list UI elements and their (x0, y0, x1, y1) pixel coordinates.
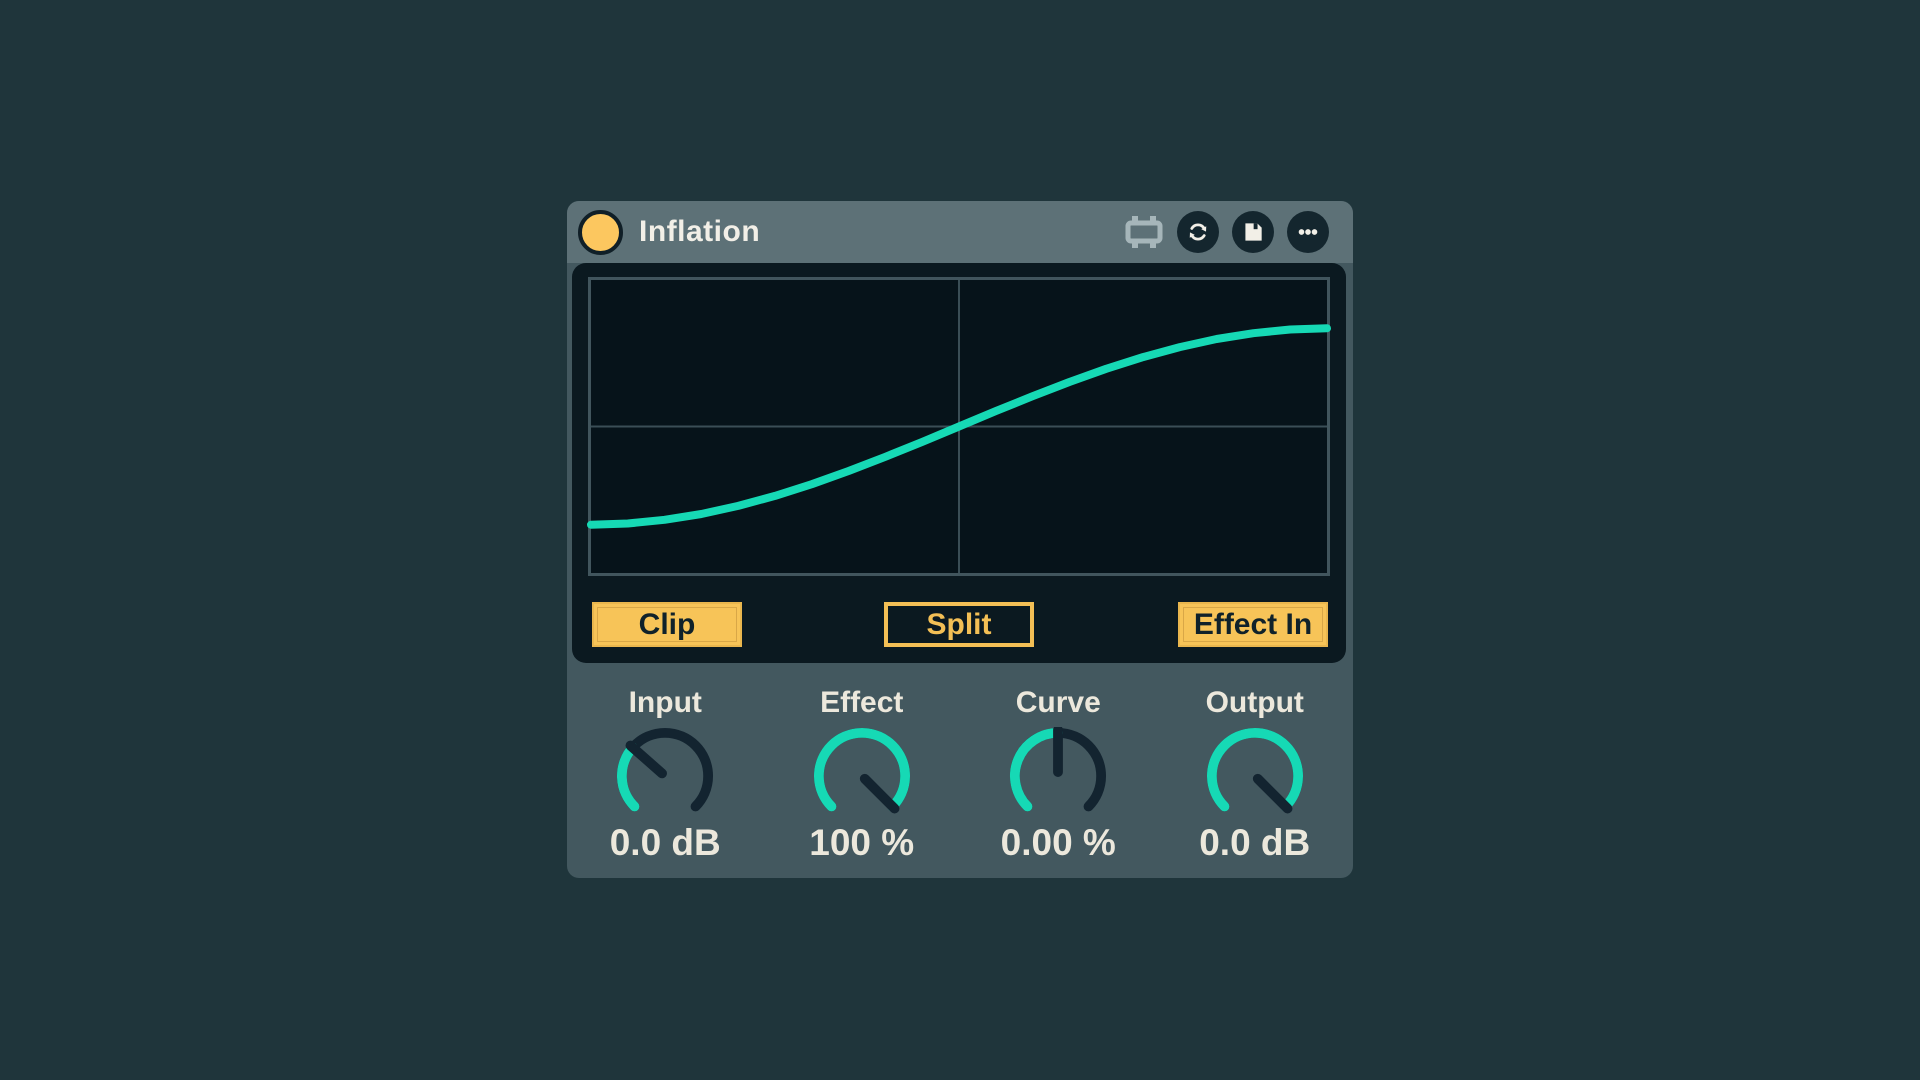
curve-knob-label: Curve (960, 687, 1157, 719)
clip-button[interactable]: Clip (592, 602, 742, 647)
curve-knob-value[interactable]: 0.00 % (960, 822, 1157, 864)
split-button[interactable]: Split (884, 602, 1034, 647)
curve-knob[interactable] (1009, 727, 1107, 825)
knob-col-curve: Curve 0.00 % (960, 663, 1157, 878)
save-icon (1240, 219, 1266, 245)
effect-in-button[interactable]: Effect In (1178, 602, 1328, 647)
device-header: Inflation (567, 201, 1353, 263)
transfer-curve-graph (588, 277, 1330, 576)
knob-col-input: Input 0.0 dB (567, 663, 764, 878)
m4l-device-icon (1124, 214, 1164, 250)
effect-knob[interactable] (813, 727, 911, 825)
output-knob-label: Output (1157, 687, 1354, 719)
knob-section: Input 0.0 dB Effect 100 % Curve 0.00 % O… (567, 663, 1353, 878)
device-on-toggle[interactable] (578, 210, 623, 255)
knob-col-effect: Effect 100 % (764, 663, 961, 878)
effect-knob-label: Effect (764, 687, 961, 719)
inflation-device: Inflation (567, 201, 1353, 878)
output-knob[interactable] (1206, 727, 1304, 825)
input-knob-label: Input (567, 687, 764, 719)
transfer-curve-svg (591, 280, 1327, 573)
hot-swap-icon (1185, 219, 1211, 245)
output-knob-value[interactable]: 0.0 dB (1157, 822, 1354, 864)
split-button-label: Split (927, 608, 992, 642)
save-button[interactable] (1232, 211, 1274, 253)
input-knob[interactable] (616, 727, 714, 825)
input-knob-value[interactable]: 0.0 dB (567, 822, 764, 864)
hot-swap-button[interactable] (1177, 211, 1219, 253)
more-icon (1295, 219, 1321, 245)
transfer-curve-display: Clip Split Effect In (572, 263, 1346, 663)
effect-knob-value[interactable]: 100 % (764, 822, 961, 864)
knob-col-output: Output 0.0 dB (1157, 663, 1354, 878)
effect-in-button-label: Effect In (1194, 608, 1312, 642)
clip-button-label: Clip (639, 608, 696, 642)
device-title: Inflation (639, 215, 760, 249)
desktop-background: Inflation (0, 0, 1920, 1080)
more-button[interactable] (1287, 211, 1329, 253)
header-icon-group (1124, 211, 1329, 253)
